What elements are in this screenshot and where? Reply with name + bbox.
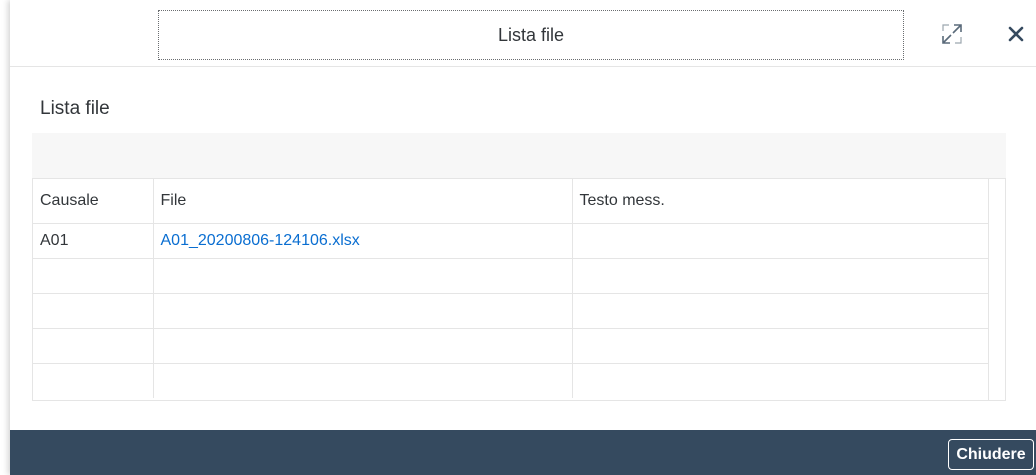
close-button[interactable]	[1000, 18, 1032, 50]
vertical-scrollbar[interactable]	[988, 179, 1005, 400]
file-link[interactable]: A01_20200806-124106.xlsx	[161, 232, 360, 249]
dialog-title: Lista file	[158, 10, 904, 60]
cell-file	[153, 328, 573, 364]
cell-file	[153, 293, 573, 329]
column-header-file[interactable]: File	[153, 179, 573, 224]
cell-causale: A01	[33, 223, 154, 259]
cell-testo	[572, 328, 991, 364]
cell-file	[153, 258, 573, 294]
dialog-header: Lista file	[10, 0, 1036, 67]
chiudere-button[interactable]: Chiudere	[948, 439, 1034, 470]
cell-testo	[572, 363, 991, 398]
file-table-container: Causale File Testo mess. A01 A01_2020080…	[32, 178, 1006, 401]
cell-causale	[33, 328, 154, 364]
cell-testo	[572, 293, 991, 329]
table-row[interactable]	[33, 293, 991, 329]
cell-causale	[33, 363, 154, 398]
table-header-row: Causale File Testo mess.	[33, 179, 991, 224]
cell-causale	[33, 293, 154, 329]
cell-testo	[572, 258, 991, 294]
section-title: Lista file	[40, 98, 110, 119]
cell-causale	[33, 258, 154, 294]
expand-button[interactable]	[936, 18, 968, 50]
table-row[interactable]	[33, 328, 991, 364]
close-icon	[1008, 26, 1024, 42]
table-row[interactable]	[33, 258, 991, 294]
table-toolbar	[32, 133, 1006, 178]
expand-icon	[942, 24, 962, 44]
dialog-footer: Chiudere	[10, 430, 1036, 475]
column-header-causale[interactable]: Causale	[33, 179, 154, 224]
file-list-dialog: Lista file Lista file Causale File Testo…	[10, 0, 1036, 475]
column-header-testo-mess[interactable]: Testo mess.	[572, 179, 991, 224]
file-table: Causale File Testo mess. A01 A01_2020080…	[33, 179, 991, 398]
cell-testo	[572, 223, 991, 259]
table-row[interactable]: A01 A01_20200806-124106.xlsx	[33, 223, 991, 259]
cell-file	[153, 363, 573, 398]
table-row[interactable]	[33, 363, 991, 398]
cell-file: A01_20200806-124106.xlsx	[153, 223, 573, 259]
